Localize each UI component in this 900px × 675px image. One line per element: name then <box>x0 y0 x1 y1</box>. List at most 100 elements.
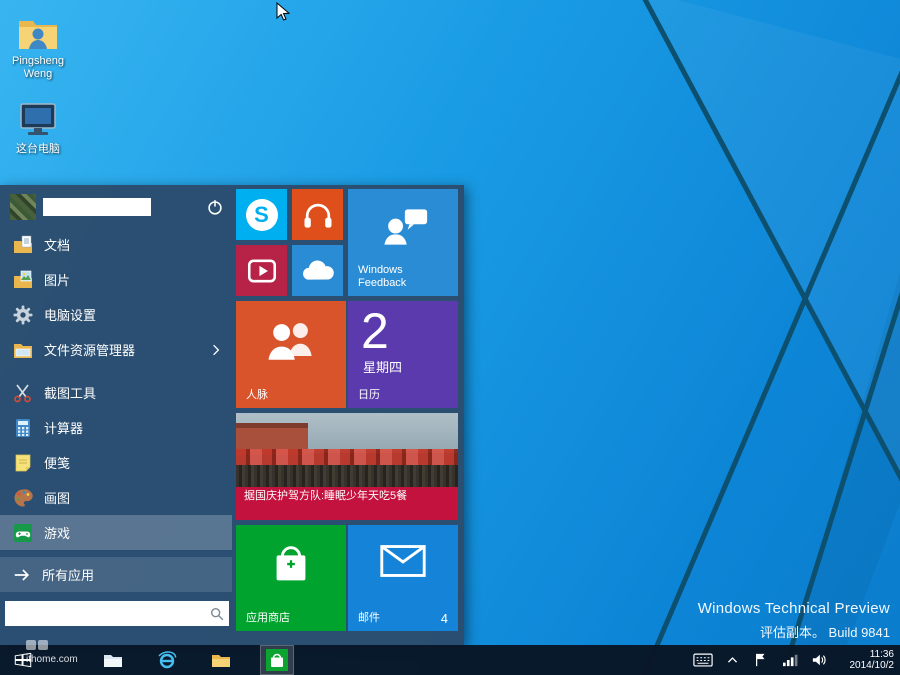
menu-item-label: 便笺 <box>44 453 70 472</box>
tile-store[interactable]: 应用商店 <box>236 525 346 631</box>
folder-icon <box>210 649 232 671</box>
start-menu-header <box>10 193 228 221</box>
menu-item-label: 游戏 <box>44 523 70 542</box>
all-apps-button[interactable]: 所有应用 <box>0 557 232 592</box>
taskbar-internet-explorer[interactable] <box>154 647 180 673</box>
desktop-icon-label: 这台电脑 <box>2 143 74 156</box>
all-apps-label: 所有应用 <box>42 565 94 584</box>
search-icon[interactable] <box>209 606 225 622</box>
sticky-notes-icon <box>12 452 34 474</box>
taskbar-file-explorer[interactable] <box>100 647 126 673</box>
build-watermark-title: Windows Technical Preview <box>698 600 890 617</box>
site-watermark: ithome.com <box>26 640 78 665</box>
clock-time: 11:36 <box>838 649 894 660</box>
build-watermark: Windows Technical Preview 评估副本。 Build 98… <box>698 600 890 641</box>
menu-item-label: 文件资源管理器 <box>44 340 135 359</box>
user-name-box[interactable] <box>43 198 151 216</box>
tile-news[interactable]: 据国庆护驾方队:睡眠少年天吃5餐 <box>236 413 458 520</box>
pictures-icon <box>12 269 34 291</box>
start-menu-item-list: 文档 图片 电脑设置 <box>0 227 232 550</box>
taskbar-store-active[interactable] <box>260 645 294 675</box>
tile-music[interactable] <box>292 189 343 240</box>
internet-explorer-icon <box>156 649 178 671</box>
taskbar-folder[interactable] <box>208 647 234 673</box>
chevron-right-icon <box>212 344 220 356</box>
start-search-box <box>5 601 229 626</box>
store-bag-icon <box>236 541 346 589</box>
volume-icon[interactable] <box>809 650 829 670</box>
documents-icon <box>12 234 34 256</box>
desktop-icon-user-folder[interactable]: Pingsheng Weng <box>2 12 74 81</box>
all-apps-arrow-icon <box>12 565 32 585</box>
file-explorer-icon <box>102 649 124 671</box>
menu-item-pc-settings[interactable]: 电脑设置 <box>0 297 232 332</box>
menu-item-label: 图片 <box>44 270 70 289</box>
menu-item-label: 计算器 <box>44 418 83 437</box>
people-icon <box>236 317 346 363</box>
menu-item-pictures[interactable]: 图片 <box>0 262 232 297</box>
menu-divider-gap <box>0 367 232 375</box>
taskbar-clock[interactable]: 11:36 2014/10/2 <box>838 649 894 671</box>
search-input[interactable] <box>5 601 209 626</box>
action-center-flag-icon[interactable] <box>751 650 771 670</box>
taskbar: 11:36 2014/10/2 <box>0 645 900 675</box>
desktop-icon-label: Pingsheng Weng <box>2 55 74 81</box>
tile-label: 日历 <box>358 389 380 402</box>
tile-onedrive[interactable] <box>292 245 343 296</box>
menu-item-label: 文档 <box>44 235 70 254</box>
tile-mail[interactable]: 邮件 4 <box>348 525 458 631</box>
calendar-weekday: 星期四 <box>348 357 458 376</box>
menu-item-documents[interactable]: 文档 <box>0 227 232 262</box>
games-icon <box>12 522 34 544</box>
tile-windows-feedback[interactable]: Windows Feedback <box>348 189 458 296</box>
mail-badge-count: 4 <box>441 611 448 626</box>
news-photo-crowd <box>236 465 458 487</box>
skype-icon: S <box>246 199 278 231</box>
paint-icon <box>12 487 34 509</box>
menu-item-sticky-notes[interactable]: 便笺 <box>0 445 232 480</box>
mail-envelope-icon <box>348 541 458 581</box>
network-icon[interactable] <box>780 650 800 670</box>
tile-people[interactable]: 人脉 <box>236 301 346 408</box>
video-play-icon <box>245 254 279 288</box>
start-menu: 文档 图片 电脑设置 <box>0 185 464 645</box>
headphones-icon <box>300 197 336 233</box>
touch-keyboard-icon[interactable] <box>693 650 713 670</box>
site-watermark-logo <box>26 640 60 652</box>
computer-icon <box>16 100 60 140</box>
file-explorer-icon <box>12 339 34 361</box>
build-watermark-build: 评估副本。 Build 9841 <box>698 622 890 641</box>
tile-label: 邮件 <box>358 612 380 625</box>
user-folder-icon <box>16 12 60 52</box>
menu-item-games[interactable]: 游戏 <box>0 515 232 550</box>
desktop-icon-this-pc[interactable]: 这台电脑 <box>2 100 74 156</box>
menu-item-paint[interactable]: 画图 <box>0 480 232 515</box>
clock-date: 2014/10/2 <box>838 660 894 671</box>
calculator-icon <box>12 417 34 439</box>
menu-item-label: 截图工具 <box>44 383 96 402</box>
site-watermark-text: ithome.com <box>26 654 78 665</box>
calendar-day: 2 <box>348 305 458 357</box>
tile-label: 应用商店 <box>246 612 290 625</box>
tile-video[interactable] <box>236 245 287 296</box>
system-tray: 11:36 2014/10/2 <box>693 645 894 675</box>
menu-item-file-explorer[interactable]: 文件资源管理器 <box>0 332 232 367</box>
onedrive-cloud-icon <box>299 257 337 285</box>
store-icon <box>265 648 289 672</box>
settings-gear-icon <box>12 304 34 326</box>
power-button[interactable] <box>202 194 228 220</box>
menu-item-label: 电脑设置 <box>44 305 96 324</box>
tile-calendar[interactable]: 2 星期四 日历 <box>348 301 458 408</box>
menu-item-snipping-tool[interactable]: 截图工具 <box>0 375 232 410</box>
tile-skype[interactable]: S <box>236 189 287 240</box>
menu-item-calculator[interactable]: 计算器 <box>0 410 232 445</box>
tile-label: 人脉 <box>246 389 268 402</box>
power-icon <box>205 197 225 217</box>
show-hidden-icons-chevron[interactable] <box>722 650 742 670</box>
tile-label: Windows Feedback <box>358 264 438 290</box>
news-caption: 据国庆护驾方队:睡眠少年天吃5餐 <box>236 487 458 520</box>
user-avatar[interactable] <box>10 194 36 220</box>
feedback-icon <box>348 205 458 249</box>
snipping-tool-icon <box>12 382 34 404</box>
skype-letter: S <box>254 204 269 226</box>
